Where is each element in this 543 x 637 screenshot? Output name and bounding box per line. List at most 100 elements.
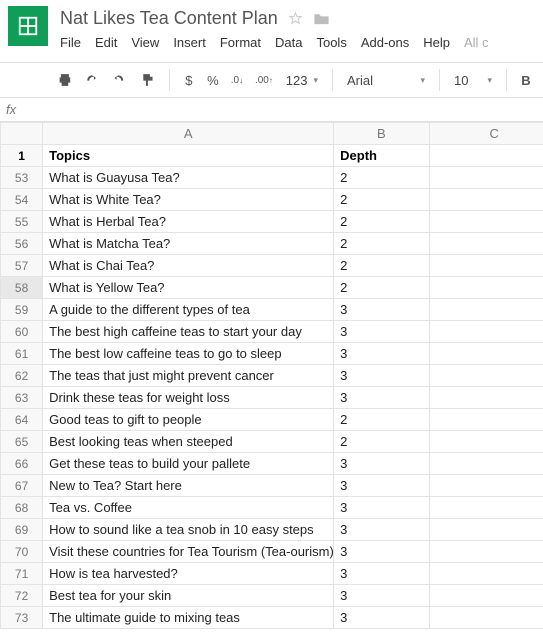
cell[interactable] <box>429 541 543 563</box>
menu-file[interactable]: File <box>60 35 81 50</box>
cell-depth[interactable]: 2 <box>334 233 429 255</box>
cell[interactable] <box>429 365 543 387</box>
cell-depth[interactable]: 2 <box>334 409 429 431</box>
cell[interactable] <box>429 299 543 321</box>
font-size-select[interactable]: 10 ▾ <box>448 70 498 91</box>
cell[interactable] <box>429 607 543 629</box>
select-all-corner[interactable] <box>1 123 43 145</box>
cell-depth[interactable]: 2 <box>334 189 429 211</box>
cell-topic[interactable]: What is Yellow Tea? <box>43 277 334 299</box>
row-number[interactable]: 61 <box>1 343 43 365</box>
cell-depth[interactable]: 3 <box>334 585 429 607</box>
cell-depth[interactable]: 3 <box>334 475 429 497</box>
cell-topic[interactable]: The best high caffeine teas to start you… <box>43 321 334 343</box>
bold-button[interactable]: B <box>515 67 537 93</box>
cell-topic[interactable]: What is Matcha Tea? <box>43 233 334 255</box>
cell[interactable] <box>429 321 543 343</box>
cell-topic[interactable]: What is Guayusa Tea? <box>43 167 334 189</box>
cell-topic[interactable]: Best looking teas when steeped <box>43 431 334 453</box>
row-number[interactable]: 68 <box>1 497 43 519</box>
cell-depth[interactable]: 2 <box>334 167 429 189</box>
cell[interactable] <box>429 189 543 211</box>
row-number[interactable]: 69 <box>1 519 43 541</box>
row-number[interactable]: 63 <box>1 387 43 409</box>
cell-topic[interactable]: A guide to the different types of tea <box>43 299 334 321</box>
cell[interactable] <box>429 167 543 189</box>
cell-depth[interactable]: 3 <box>334 541 429 563</box>
cell-depth[interactable]: 3 <box>334 299 429 321</box>
row-number[interactable]: 55 <box>1 211 43 233</box>
row-number[interactable]: 72 <box>1 585 43 607</box>
row-number[interactable]: 56 <box>1 233 43 255</box>
cell-depth[interactable]: 3 <box>334 321 429 343</box>
cell-depth[interactable]: 3 <box>334 563 429 585</box>
row-number[interactable]: 65 <box>1 431 43 453</box>
column-header-c[interactable]: C <box>429 123 543 145</box>
cell[interactable] <box>429 277 543 299</box>
cell-depth[interactable]: 2 <box>334 431 429 453</box>
currency-button[interactable]: $ <box>178 67 200 93</box>
cell-depth[interactable]: 3 <box>334 387 429 409</box>
menu-format[interactable]: Format <box>220 35 261 50</box>
row-number[interactable]: 62 <box>1 365 43 387</box>
column-header-a[interactable]: A <box>43 123 334 145</box>
cell-topic[interactable]: The ultimate guide to mixing teas <box>43 607 334 629</box>
sheets-logo-icon[interactable] <box>8 6 48 46</box>
cell-topic[interactable]: Get these teas to build your pallete <box>43 453 334 475</box>
cell-depth[interactable]: 3 <box>334 519 429 541</box>
menu-addons[interactable]: Add-ons <box>361 35 409 50</box>
row-number[interactable]: 66 <box>1 453 43 475</box>
number-format-select[interactable]: 123 ▾ <box>280 70 324 91</box>
formula-input[interactable] <box>40 98 537 121</box>
cell-topic[interactable]: Visit these countries for Tea Tourism (T… <box>43 541 334 563</box>
redo-icon[interactable] <box>107 67 133 93</box>
row-number[interactable]: 59 <box>1 299 43 321</box>
header-depth[interactable]: Depth <box>334 145 429 167</box>
paint-format-icon[interactable] <box>135 67 161 93</box>
star-icon[interactable] <box>288 11 303 26</box>
menu-view[interactable]: View <box>131 35 159 50</box>
menu-help[interactable]: Help <box>423 35 450 50</box>
cell-depth[interactable]: 3 <box>334 497 429 519</box>
cell[interactable] <box>429 255 543 277</box>
percent-button[interactable]: % <box>202 67 224 93</box>
cell-topic[interactable]: What is White Tea? <box>43 189 334 211</box>
row-number[interactable]: 53 <box>1 167 43 189</box>
cell[interactable] <box>429 431 543 453</box>
row-number[interactable]: 1 <box>1 145 43 167</box>
document-title[interactable]: Nat Likes Tea Content Plan <box>60 8 278 29</box>
cell-depth[interactable]: 3 <box>334 343 429 365</box>
cell[interactable] <box>429 343 543 365</box>
cell-depth[interactable]: 2 <box>334 255 429 277</box>
cell[interactable] <box>429 497 543 519</box>
cell-topic[interactable]: Good teas to gift to people <box>43 409 334 431</box>
cell-depth[interactable]: 3 <box>334 365 429 387</box>
menu-edit[interactable]: Edit <box>95 35 117 50</box>
cell-depth[interactable]: 3 <box>334 453 429 475</box>
cell[interactable] <box>429 387 543 409</box>
folder-icon[interactable] <box>313 11 330 26</box>
cell[interactable] <box>429 453 543 475</box>
cell[interactable] <box>429 585 543 607</box>
menu-data[interactable]: Data <box>275 35 302 50</box>
row-number[interactable]: 64 <box>1 409 43 431</box>
cell[interactable] <box>429 145 543 167</box>
row-number[interactable]: 70 <box>1 541 43 563</box>
row-number[interactable]: 67 <box>1 475 43 497</box>
cell[interactable] <box>429 475 543 497</box>
spreadsheet-grid[interactable]: A B C 1 Topics Depth 53What is Guayusa T… <box>0 122 543 629</box>
menu-insert[interactable]: Insert <box>173 35 206 50</box>
cell-topic[interactable]: Drink these teas for weight loss <box>43 387 334 409</box>
cell[interactable] <box>429 519 543 541</box>
all-changes-saved[interactable]: All c <box>464 35 489 50</box>
cell[interactable] <box>429 563 543 585</box>
menu-tools[interactable]: Tools <box>316 35 346 50</box>
column-header-b[interactable]: B <box>334 123 429 145</box>
cell-topic[interactable]: What is Chai Tea? <box>43 255 334 277</box>
cell-depth[interactable]: 2 <box>334 277 429 299</box>
decrease-decimal-button[interactable]: .0↓ <box>226 67 248 93</box>
row-number[interactable]: 60 <box>1 321 43 343</box>
cell-topic[interactable]: The teas that just might prevent cancer <box>43 365 334 387</box>
cell[interactable] <box>429 233 543 255</box>
cell[interactable] <box>429 409 543 431</box>
